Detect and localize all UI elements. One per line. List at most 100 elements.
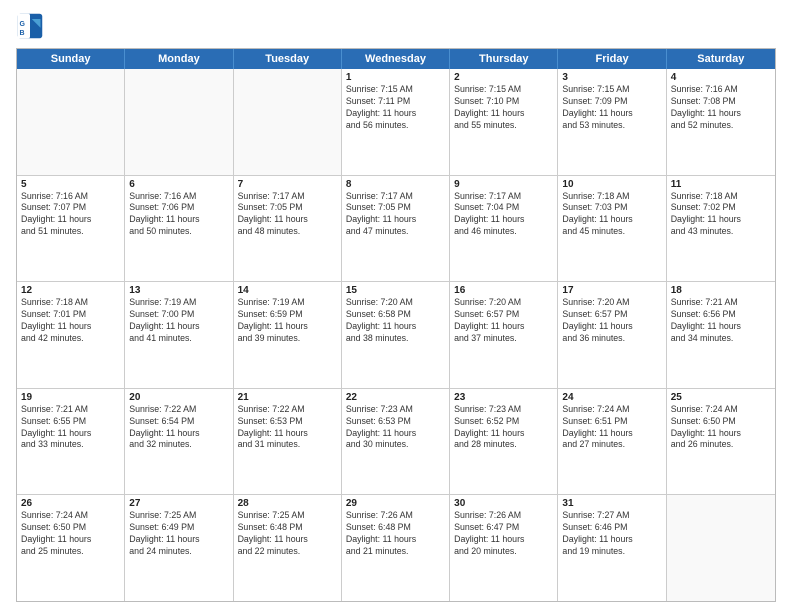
page: G B SundayMondayTuesdayWednesdayThursday… bbox=[0, 0, 792, 612]
cell-info: Sunrise: 7:15 AM Sunset: 7:09 PM Dayligh… bbox=[562, 84, 661, 132]
cell-info: Sunrise: 7:24 AM Sunset: 6:50 PM Dayligh… bbox=[671, 404, 771, 452]
cell-info: Sunrise: 7:18 AM Sunset: 7:03 PM Dayligh… bbox=[562, 191, 661, 239]
cell-info: Sunrise: 7:23 AM Sunset: 6:52 PM Dayligh… bbox=[454, 404, 553, 452]
cal-cell-day-19: 19Sunrise: 7:21 AM Sunset: 6:55 PM Dayli… bbox=[17, 389, 125, 495]
cell-info: Sunrise: 7:17 AM Sunset: 7:04 PM Dayligh… bbox=[454, 191, 553, 239]
cal-cell-day-3: 3Sunrise: 7:15 AM Sunset: 7:09 PM Daylig… bbox=[558, 69, 666, 175]
day-number: 8 bbox=[346, 179, 445, 190]
cell-info: Sunrise: 7:24 AM Sunset: 6:51 PM Dayligh… bbox=[562, 404, 661, 452]
day-number: 31 bbox=[562, 498, 661, 509]
calendar: SundayMondayTuesdayWednesdayThursdayFrid… bbox=[16, 48, 776, 602]
cal-cell-day-13: 13Sunrise: 7:19 AM Sunset: 7:00 PM Dayli… bbox=[125, 282, 233, 388]
calendar-body: 1Sunrise: 7:15 AM Sunset: 7:11 PM Daylig… bbox=[17, 69, 775, 601]
cell-info: Sunrise: 7:15 AM Sunset: 7:10 PM Dayligh… bbox=[454, 84, 553, 132]
cal-cell-day-17: 17Sunrise: 7:20 AM Sunset: 6:57 PM Dayli… bbox=[558, 282, 666, 388]
cal-cell-day-20: 20Sunrise: 7:22 AM Sunset: 6:54 PM Dayli… bbox=[125, 389, 233, 495]
day-number: 15 bbox=[346, 285, 445, 296]
day-number: 28 bbox=[238, 498, 337, 509]
day-number: 9 bbox=[454, 179, 553, 190]
cal-cell-day-25: 25Sunrise: 7:24 AM Sunset: 6:50 PM Dayli… bbox=[667, 389, 775, 495]
cal-header-saturday: Saturday bbox=[667, 49, 775, 69]
cal-cell-day-31: 31Sunrise: 7:27 AM Sunset: 6:46 PM Dayli… bbox=[558, 495, 666, 601]
cell-info: Sunrise: 7:17 AM Sunset: 7:05 PM Dayligh… bbox=[346, 191, 445, 239]
cell-info: Sunrise: 7:21 AM Sunset: 6:56 PM Dayligh… bbox=[671, 297, 771, 345]
cal-header-wednesday: Wednesday bbox=[342, 49, 450, 69]
cal-cell-empty bbox=[17, 69, 125, 175]
cal-cell-day-4: 4Sunrise: 7:16 AM Sunset: 7:08 PM Daylig… bbox=[667, 69, 775, 175]
cell-info: Sunrise: 7:16 AM Sunset: 7:06 PM Dayligh… bbox=[129, 191, 228, 239]
cal-cell-empty bbox=[234, 69, 342, 175]
svg-text:G: G bbox=[20, 21, 26, 28]
cal-header-thursday: Thursday bbox=[450, 49, 558, 69]
cal-header-friday: Friday bbox=[558, 49, 666, 69]
day-number: 6 bbox=[129, 179, 228, 190]
day-number: 27 bbox=[129, 498, 228, 509]
day-number: 23 bbox=[454, 392, 553, 403]
cal-cell-day-30: 30Sunrise: 7:26 AM Sunset: 6:47 PM Dayli… bbox=[450, 495, 558, 601]
cell-info: Sunrise: 7:27 AM Sunset: 6:46 PM Dayligh… bbox=[562, 510, 661, 558]
cal-cell-empty bbox=[667, 495, 775, 601]
cal-cell-day-23: 23Sunrise: 7:23 AM Sunset: 6:52 PM Dayli… bbox=[450, 389, 558, 495]
day-number: 20 bbox=[129, 392, 228, 403]
cell-info: Sunrise: 7:20 AM Sunset: 6:57 PM Dayligh… bbox=[454, 297, 553, 345]
day-number: 10 bbox=[562, 179, 661, 190]
cal-cell-day-16: 16Sunrise: 7:20 AM Sunset: 6:57 PM Dayli… bbox=[450, 282, 558, 388]
day-number: 1 bbox=[346, 72, 445, 83]
cal-cell-day-22: 22Sunrise: 7:23 AM Sunset: 6:53 PM Dayli… bbox=[342, 389, 450, 495]
day-number: 25 bbox=[671, 392, 771, 403]
day-number: 24 bbox=[562, 392, 661, 403]
cell-info: Sunrise: 7:25 AM Sunset: 6:48 PM Dayligh… bbox=[238, 510, 337, 558]
day-number: 30 bbox=[454, 498, 553, 509]
day-number: 4 bbox=[671, 72, 771, 83]
cell-info: Sunrise: 7:19 AM Sunset: 6:59 PM Dayligh… bbox=[238, 297, 337, 345]
cell-info: Sunrise: 7:20 AM Sunset: 6:57 PM Dayligh… bbox=[562, 297, 661, 345]
cal-cell-day-28: 28Sunrise: 7:25 AM Sunset: 6:48 PM Dayli… bbox=[234, 495, 342, 601]
cell-info: Sunrise: 7:16 AM Sunset: 7:08 PM Dayligh… bbox=[671, 84, 771, 132]
cell-info: Sunrise: 7:15 AM Sunset: 7:11 PM Dayligh… bbox=[346, 84, 445, 132]
logo-icon: G B bbox=[16, 12, 44, 40]
day-number: 29 bbox=[346, 498, 445, 509]
cal-cell-day-27: 27Sunrise: 7:25 AM Sunset: 6:49 PM Dayli… bbox=[125, 495, 233, 601]
cal-cell-empty bbox=[125, 69, 233, 175]
day-number: 13 bbox=[129, 285, 228, 296]
cell-info: Sunrise: 7:23 AM Sunset: 6:53 PM Dayligh… bbox=[346, 404, 445, 452]
cal-header-monday: Monday bbox=[125, 49, 233, 69]
cell-info: Sunrise: 7:16 AM Sunset: 7:07 PM Dayligh… bbox=[21, 191, 120, 239]
cal-cell-day-26: 26Sunrise: 7:24 AM Sunset: 6:50 PM Dayli… bbox=[17, 495, 125, 601]
day-number: 7 bbox=[238, 179, 337, 190]
cal-cell-day-14: 14Sunrise: 7:19 AM Sunset: 6:59 PM Dayli… bbox=[234, 282, 342, 388]
day-number: 5 bbox=[21, 179, 120, 190]
cal-week-4: 19Sunrise: 7:21 AM Sunset: 6:55 PM Dayli… bbox=[17, 389, 775, 496]
day-number: 18 bbox=[671, 285, 771, 296]
cal-cell-day-2: 2Sunrise: 7:15 AM Sunset: 7:10 PM Daylig… bbox=[450, 69, 558, 175]
cell-info: Sunrise: 7:26 AM Sunset: 6:48 PM Dayligh… bbox=[346, 510, 445, 558]
day-number: 17 bbox=[562, 285, 661, 296]
cal-header-sunday: Sunday bbox=[17, 49, 125, 69]
day-number: 21 bbox=[238, 392, 337, 403]
day-number: 16 bbox=[454, 285, 553, 296]
cal-header-tuesday: Tuesday bbox=[234, 49, 342, 69]
day-number: 12 bbox=[21, 285, 120, 296]
cal-cell-day-1: 1Sunrise: 7:15 AM Sunset: 7:11 PM Daylig… bbox=[342, 69, 450, 175]
day-number: 14 bbox=[238, 285, 337, 296]
cal-cell-day-8: 8Sunrise: 7:17 AM Sunset: 7:05 PM Daylig… bbox=[342, 176, 450, 282]
logo: G B bbox=[16, 12, 48, 40]
cal-cell-day-9: 9Sunrise: 7:17 AM Sunset: 7:04 PM Daylig… bbox=[450, 176, 558, 282]
cell-info: Sunrise: 7:17 AM Sunset: 7:05 PM Dayligh… bbox=[238, 191, 337, 239]
cell-info: Sunrise: 7:21 AM Sunset: 6:55 PM Dayligh… bbox=[21, 404, 120, 452]
cell-info: Sunrise: 7:19 AM Sunset: 7:00 PM Dayligh… bbox=[129, 297, 228, 345]
cal-cell-day-7: 7Sunrise: 7:17 AM Sunset: 7:05 PM Daylig… bbox=[234, 176, 342, 282]
cal-cell-day-11: 11Sunrise: 7:18 AM Sunset: 7:02 PM Dayli… bbox=[667, 176, 775, 282]
day-number: 2 bbox=[454, 72, 553, 83]
cell-info: Sunrise: 7:18 AM Sunset: 7:02 PM Dayligh… bbox=[671, 191, 771, 239]
cal-week-5: 26Sunrise: 7:24 AM Sunset: 6:50 PM Dayli… bbox=[17, 495, 775, 601]
cell-info: Sunrise: 7:20 AM Sunset: 6:58 PM Dayligh… bbox=[346, 297, 445, 345]
cell-info: Sunrise: 7:22 AM Sunset: 6:54 PM Dayligh… bbox=[129, 404, 228, 452]
calendar-header-row: SundayMondayTuesdayWednesdayThursdayFrid… bbox=[17, 49, 775, 69]
cal-week-1: 1Sunrise: 7:15 AM Sunset: 7:11 PM Daylig… bbox=[17, 69, 775, 176]
cal-cell-day-5: 5Sunrise: 7:16 AM Sunset: 7:07 PM Daylig… bbox=[17, 176, 125, 282]
day-number: 3 bbox=[562, 72, 661, 83]
svg-text:B: B bbox=[20, 30, 25, 37]
day-number: 11 bbox=[671, 179, 771, 190]
cal-cell-day-18: 18Sunrise: 7:21 AM Sunset: 6:56 PM Dayli… bbox=[667, 282, 775, 388]
